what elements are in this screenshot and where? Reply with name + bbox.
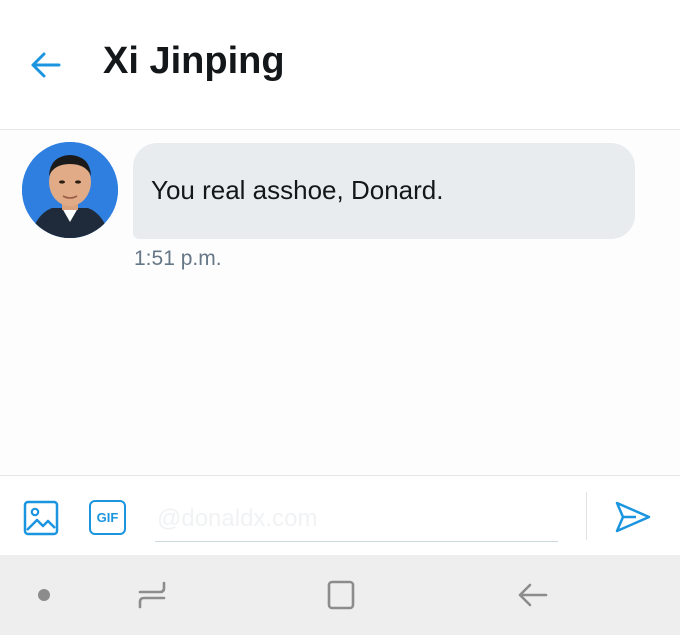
message-bubble[interactable]: You real asshoe, Donard.	[133, 143, 635, 239]
system-navigation-bar	[0, 555, 680, 635]
message-composer: GIF	[0, 475, 680, 555]
recents-button[interactable]	[134, 577, 170, 613]
message-thread: You real asshoe, Donard. 1:51 p.m.	[0, 130, 680, 475]
home-button[interactable]	[323, 577, 359, 613]
page-title: Xi Jinping	[103, 40, 285, 82]
composer-divider	[586, 492, 587, 540]
dot-icon[interactable]	[38, 589, 50, 601]
recents-icon	[138, 581, 166, 609]
back-arrow-icon	[518, 583, 548, 607]
message-input[interactable]	[155, 496, 558, 542]
avatar-image	[22, 142, 118, 238]
send-button[interactable]	[614, 500, 652, 534]
home-square-icon	[327, 580, 355, 610]
message-text: You real asshoe, Donard.	[151, 175, 444, 205]
back-button[interactable]	[28, 50, 62, 80]
avatar[interactable]	[22, 142, 118, 238]
arrow-left-icon	[31, 52, 61, 78]
conversation-header: Xi Jinping	[0, 0, 680, 130]
image-icon	[23, 500, 59, 536]
add-photo-button[interactable]	[23, 500, 59, 536]
message-timestamp: 1:51 p.m.	[134, 247, 222, 270]
send-icon	[615, 501, 651, 533]
gif-button[interactable]: GIF	[89, 500, 126, 535]
system-back-button[interactable]	[514, 577, 550, 613]
